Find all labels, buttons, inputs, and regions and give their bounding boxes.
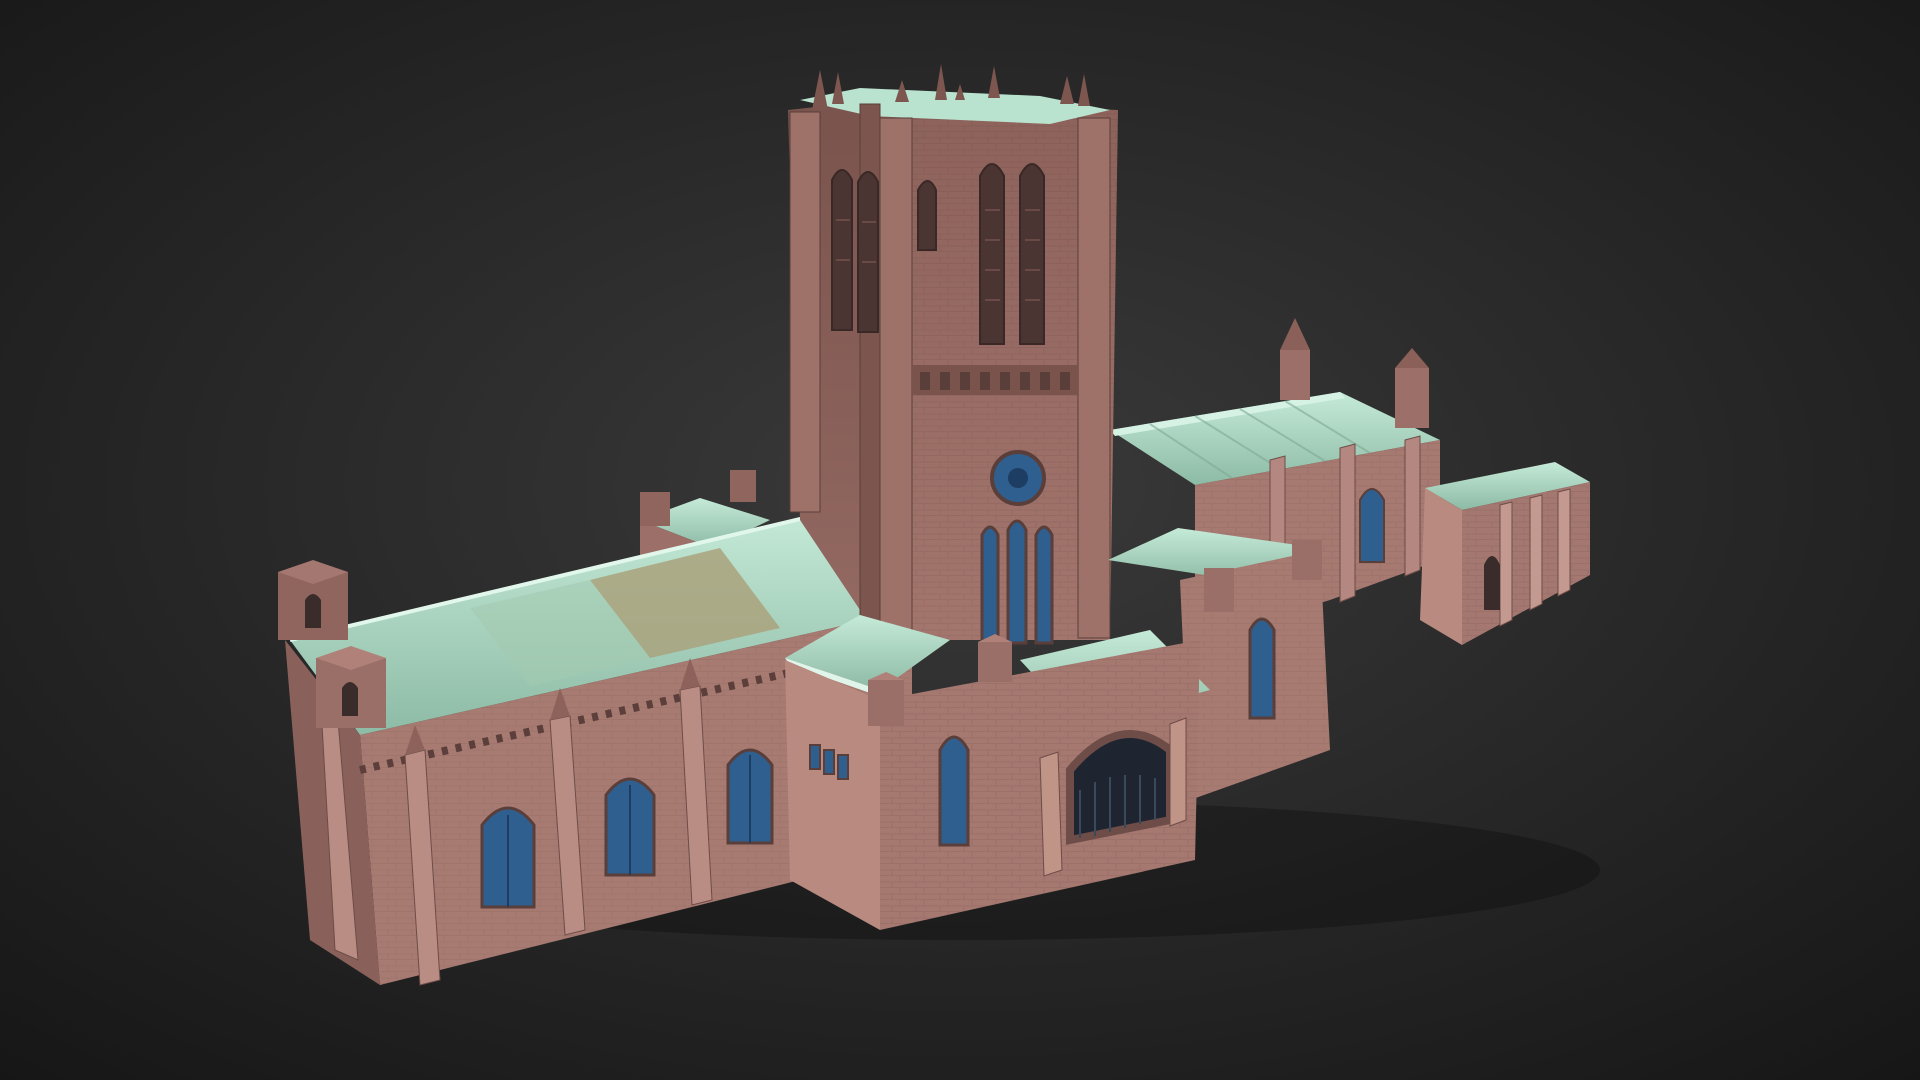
east-windows <box>1359 488 1385 563</box>
tower-lancet-windows <box>980 519 1054 645</box>
porch-window <box>938 735 970 847</box>
central-tower <box>788 64 1118 645</box>
cathedral-model-scene[interactable] <box>0 0 1920 1080</box>
3d-model-viewport[interactable] <box>0 0 1920 1080</box>
lady-chapel-wall-front <box>1420 488 1462 645</box>
transept-right-window <box>1248 617 1276 720</box>
tower-arcade-band <box>912 365 1078 395</box>
